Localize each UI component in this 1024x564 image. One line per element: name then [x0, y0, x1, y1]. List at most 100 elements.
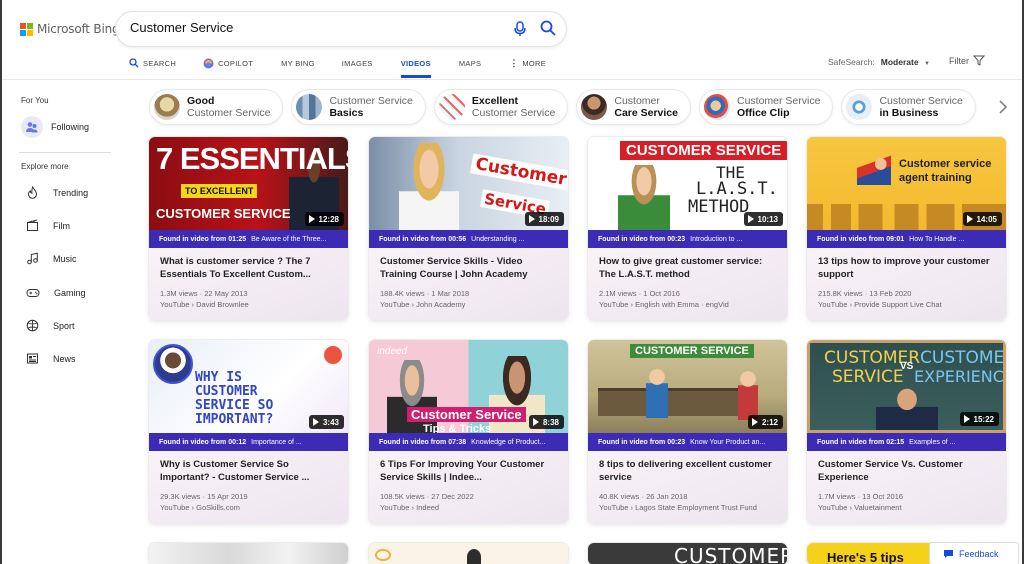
sidebar-item-gaming[interactable]: Gaming — [26, 286, 86, 299]
play-icon — [747, 215, 754, 223]
sidebar-item-music[interactable]: Music — [26, 252, 77, 265]
video-title[interactable]: Customer Service Skills - Video Training… — [380, 256, 558, 282]
search-icon[interactable] — [540, 20, 556, 36]
for-you-heading: For You — [21, 96, 49, 105]
duration-badge: 10:13 — [743, 212, 783, 226]
tab-images[interactable]: IMAGES — [342, 52, 373, 74]
chip-customer-service-basics[interactable]: Customer Service Basics — [292, 90, 425, 124]
found-in-video-bar[interactable]: Found in video from 00:23 Know Your Produ… — [588, 433, 787, 451]
sidebar-item-following[interactable]: Following — [21, 114, 111, 140]
found-in-video-bar[interactable]: Found in video from 09:01 How To Handle .… — [807, 230, 1006, 248]
chevron-right-icon[interactable] — [996, 96, 1010, 118]
video-card[interactable] — [369, 543, 568, 564]
bing-logo[interactable]: Microsoft Bing — [20, 22, 120, 36]
tab-more[interactable]: ⋮ MORE — [509, 52, 546, 74]
video-title[interactable]: How to give great customer service: The … — [599, 256, 777, 282]
thumbnail-character — [738, 370, 758, 420]
sidebar-item-news[interactable]: News — [26, 352, 76, 365]
thumbnail-brand: indeed — [377, 346, 408, 357]
thumbnail-person — [618, 165, 670, 230]
video-card[interactable]: CUSTOMER SERVICE VS CUSTOMER EXPERIENCE … — [807, 340, 1006, 523]
video-title[interactable]: 8 tips to delivering excellent customer … — [599, 459, 777, 485]
thumbnail-headline: Customer — [470, 153, 568, 191]
chip-good-customer-service[interactable]: Good Customer Service — [150, 90, 283, 124]
video-thumbnail: CUSTOMER SERVICE VS CUSTOMER EXPERIENCE … — [807, 340, 1006, 433]
sidebar-item-film[interactable]: Film — [26, 219, 70, 232]
following-people-icon — [21, 116, 43, 138]
thumbnail-headline: 7 ESSENTIALS — [156, 141, 348, 176]
sidebar-item-sport[interactable]: Sport — [26, 319, 75, 332]
video-card[interactable]: 7 ESSENTIALS TO EXCELLENT CUSTOMER SERVI… — [149, 137, 348, 320]
thumbnail-line-4: IMPORTANT? — [195, 412, 274, 427]
thumbnail-headline: CUSTOMER SERVICE — [630, 344, 754, 358]
tab-my-bing[interactable]: MY BING — [281, 52, 315, 74]
chip-customer-care-service[interactable]: Customer Care Service — [577, 90, 690, 124]
duration-badge: 3:43 — [308, 415, 344, 429]
chip-customer-service-office-clip[interactable]: Customer Service Office Clip — [700, 90, 833, 124]
thumbnail-subtitle: TO EXCELLENT — [181, 184, 258, 198]
found-in-video-bar[interactable]: Found in video from 00:12 Importance of .… — [149, 433, 348, 451]
sport-ball-icon — [26, 319, 39, 332]
found-in-video-bar[interactable]: Found in video from 00:23 Introduction to… — [588, 230, 787, 248]
sidebar-item-trending[interactable]: Trending — [26, 186, 88, 199]
search-box[interactable] — [116, 12, 566, 46]
safesearch-dropdown[interactable]: SafeSearch: Moderate ▼ — [828, 57, 930, 67]
duration-badge: 18:09 — [524, 212, 564, 226]
search-input[interactable] — [130, 20, 500, 35]
tab-search[interactable]: SEARCH — [129, 52, 176, 74]
video-title[interactable]: Why is Customer Service So Important? - … — [160, 459, 338, 485]
explore-more-heading: Explore more — [21, 162, 69, 171]
play-icon — [751, 418, 758, 426]
chip-excellent-customer-service[interactable]: Excellent Customer Service — [434, 90, 568, 124]
video-thumbnail: CUSTOMER SERVICE THE L.A.S.T. METHOD 10:… — [588, 137, 787, 230]
video-meta: 1.7M views · 13 Oct 2016 YouTube › Valuet… — [818, 492, 904, 512]
video-card[interactable]: WHY IS CUSTOMER SERVICE SO IMPORTANT? 3:… — [149, 340, 348, 523]
video-title[interactable]: 6 Tips For Improving Your Customer Servi… — [380, 459, 558, 485]
thumbnail-text-3: CUSTOMER — [920, 348, 1005, 368]
tab-label: SEARCH — [143, 58, 177, 68]
found-in-video-bar[interactable]: Found in video from 07:38 Knowledge of Pr… — [369, 433, 568, 451]
play-icon — [532, 418, 539, 426]
sidebar-item-label: Film — [53, 220, 70, 231]
tab-copilot[interactable]: COPILOT — [203, 52, 253, 74]
video-thumbnail: CUSTOMER — [588, 543, 787, 564]
tab-maps[interactable]: MAPS — [459, 52, 481, 74]
found-in-video-bar[interactable]: Found in video from 02:15 Examples of ... — [807, 433, 1006, 451]
play-icon — [312, 418, 319, 426]
tab-label: VIDEOS — [400, 58, 431, 68]
play-icon — [966, 215, 973, 223]
video-card[interactable]: Customer Service 18:09 Found in video fr… — [369, 137, 568, 320]
news-icon — [27, 353, 38, 364]
chip-thumbnail — [296, 94, 323, 120]
found-in-video-bar[interactable]: Found in video from 01:25 Be Aware of the… — [149, 230, 348, 248]
found-in-video-bar[interactable]: Found in video from 00:56 Understanding .… — [369, 230, 568, 248]
video-card[interactable]: CUSTOMER — [588, 543, 787, 564]
video-thumbnail — [369, 543, 568, 564]
tab-label: MORE — [522, 58, 547, 68]
thumbnail-counter — [598, 388, 748, 416]
feedback-button[interactable]: Feedback — [930, 543, 1018, 564]
duration-badge: 15:22 — [959, 412, 999, 426]
video-card[interactable]: CUSTOMER SERVICE THE L.A.S.T. METHOD 10:… — [588, 137, 787, 320]
filter-button[interactable]: Filter — [949, 55, 985, 66]
video-card[interactable]: CUSTOMER SERVICE 2:12 Found in video fro… — [588, 340, 787, 523]
video-info: 13 tips how to improve your customer sup… — [807, 248, 1006, 320]
filter-funnel-icon — [973, 55, 985, 66]
video-card[interactable]: indeed Customer Service Tips & Tricks 8:… — [369, 340, 568, 523]
chip-customer-service-in-business[interactable]: Customer Service in Business — [842, 90, 975, 124]
video-card[interactable] — [149, 543, 348, 564]
video-info: 6 Tips For Improving Your Customer Servi… — [369, 451, 568, 523]
video-title[interactable]: Customer Service Vs. Customer Experience — [818, 459, 996, 485]
video-title[interactable]: 13 tips how to improve your customer sup… — [818, 256, 996, 282]
tab-label: MAPS — [458, 58, 482, 68]
microphone-icon[interactable] — [513, 21, 527, 37]
video-meta: 108.5K views · 27 Dec 2022 YouTube › Inde… — [380, 492, 474, 512]
video-card[interactable]: Customer service agent training 14:05 Fo… — [807, 137, 1006, 320]
sidebar-item-label: Following — [51, 122, 90, 132]
video-title[interactable]: What is customer service ? The 7 Essenti… — [160, 256, 338, 282]
thumbnail-text-last: L.A.S.T. — [696, 179, 778, 199]
sidebar-item-label: Music — [53, 253, 77, 264]
chip-thumbnail — [846, 94, 873, 120]
duration-badge: 14:05 — [962, 212, 1002, 226]
tab-videos[interactable]: VIDEOS — [400, 52, 432, 78]
